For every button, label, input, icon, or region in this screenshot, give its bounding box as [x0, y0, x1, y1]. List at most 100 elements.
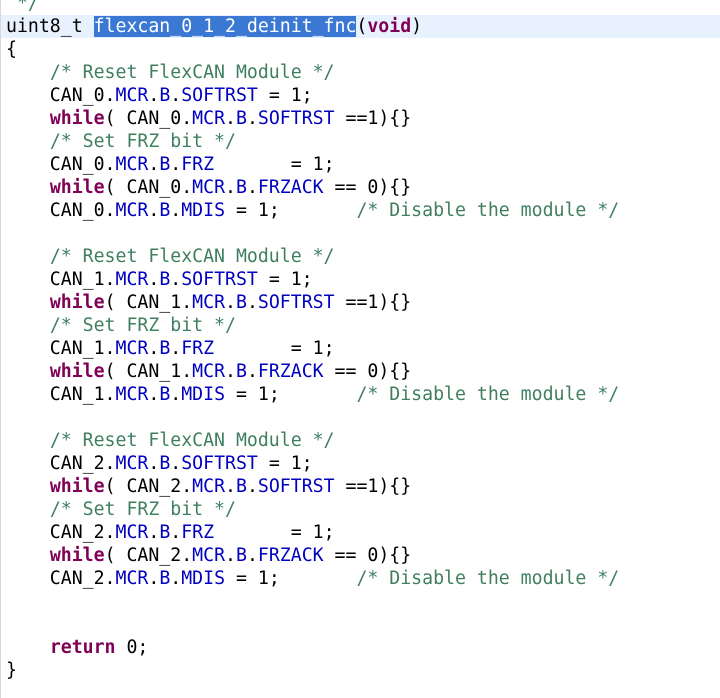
code-text: . — [148, 154, 160, 175]
code-line[interactable]: CAN_2.MCR.B.MDIS = 1; /* Disable the mod… — [6, 567, 720, 590]
code-line[interactable]: return 0; — [6, 636, 720, 659]
code-line[interactable]: while( CAN_2.MCR.B.FRZACK == 0){} — [6, 544, 720, 567]
code-text: ( CAN_1. — [104, 292, 193, 313]
field-name: B — [159, 269, 171, 290]
code-line[interactable] — [6, 613, 720, 636]
field-name: MDIS — [181, 568, 226, 589]
code-text: . — [148, 568, 160, 589]
keyword: void — [367, 16, 412, 37]
field-name: MDIS — [181, 200, 226, 221]
field-name: SOFTRST — [181, 85, 258, 106]
field-name: B — [159, 85, 171, 106]
code-line[interactable]: CAN_2.MCR.B.SOFTRST = 1; — [6, 452, 720, 475]
code-text: CAN_1. — [6, 269, 116, 290]
code-line[interactable]: while( CAN_1.MCR.B.FRZACK == 0){} — [6, 360, 720, 383]
code-text: ( CAN_1. — [104, 361, 193, 382]
code-line[interactable]: { — [6, 38, 720, 61]
code-line[interactable]: CAN_1.MCR.B.FRZ = 1; — [6, 337, 720, 360]
code-line[interactable]: /* Reset FlexCAN Module */ — [6, 429, 720, 452]
code-line[interactable] — [6, 222, 720, 245]
code-line[interactable]: while( CAN_0.MCR.B.SOFTRST ==1){} — [6, 107, 720, 130]
code-text: . — [170, 269, 182, 290]
comment: /* Set FRZ bit */ — [49, 131, 236, 152]
code-line[interactable]: /* Set FRZ bit */ — [6, 314, 720, 337]
field-name: FRZACK — [257, 545, 324, 566]
code-line[interactable]: while( CAN_2.MCR.B.SOFTRST ==1){} — [6, 475, 720, 498]
field-name: MCR — [192, 292, 226, 313]
code-line[interactable]: /* Reset FlexCAN Module */ — [6, 245, 720, 268]
code-line[interactable]: while( CAN_1.MCR.B.SOFTRST ==1){} — [6, 291, 720, 314]
code-text: CAN_0. — [6, 85, 116, 106]
field-name: B — [235, 476, 247, 497]
code-line[interactable] — [6, 406, 720, 429]
code-line-current[interactable]: uint8_t flexcan_0_1_2_deinit_fnc(void) — [1, 15, 720, 38]
comment: /* Set FRZ bit */ — [49, 315, 236, 336]
code-line[interactable]: CAN_0.MCR.B.SOFTRST = 1; — [6, 84, 720, 107]
code-line[interactable]: CAN_1.MCR.B.SOFTRST = 1; — [6, 268, 720, 291]
field-name: MCR — [115, 85, 149, 106]
code-line[interactable]: CAN_0.MCR.B.FRZ = 1; — [6, 153, 720, 176]
comment: */ — [6, 0, 39, 14]
code-text: ( CAN_0. — [104, 177, 193, 198]
code-line[interactable] — [6, 590, 720, 613]
code-line[interactable]: while( CAN_0.MCR.B.FRZACK == 0){} — [6, 176, 720, 199]
field-name: MCR — [115, 453, 149, 474]
code-text: == 0){} — [323, 177, 412, 198]
code-line[interactable]: /* Set FRZ bit */ — [6, 130, 720, 153]
code-line[interactable]: CAN_2.MCR.B.FRZ = 1; — [6, 521, 720, 544]
field-name: FRZ — [181, 338, 215, 359]
field-name: B — [159, 522, 171, 543]
field-name: B — [159, 453, 171, 474]
field-name: SOFTRST — [257, 476, 335, 497]
field-name: MCR — [115, 384, 149, 405]
code-line[interactable]: CAN_0.MCR.B.MDIS = 1; /* Disable the mod… — [6, 199, 720, 222]
code-text: . — [170, 154, 182, 175]
field-name: MCR — [115, 269, 149, 290]
field-name: B — [159, 200, 171, 221]
code-line[interactable]: } — [6, 659, 720, 682]
code-text: . — [225, 108, 236, 129]
code-text: . — [148, 522, 160, 543]
code-text: . — [170, 453, 182, 474]
comment: /* Reset FlexCAN Module */ — [49, 430, 335, 451]
code-text: ) — [411, 16, 423, 37]
code-line[interactable]: /* Reset FlexCAN Module */ — [6, 61, 720, 84]
code-text: = 1; — [257, 453, 313, 474]
field-name: MCR — [115, 154, 149, 175]
field-name: B — [159, 338, 171, 359]
code-text: CAN_2. — [6, 568, 116, 589]
field-name: MDIS — [181, 384, 226, 405]
field-name: FRZACK — [257, 177, 324, 198]
code-lines[interactable]: */uint8_t flexcan_0_1_2_deinit_fnc(void)… — [1, 0, 720, 682]
code-editor[interactable]: */uint8_t flexcan_0_1_2_deinit_fnc(void)… — [0, 0, 720, 698]
code-line[interactable]: /* Set FRZ bit */ — [6, 498, 720, 521]
code-text: } — [6, 660, 17, 681]
field-name: MCR — [192, 361, 226, 382]
field-name: MCR — [115, 338, 149, 359]
field-name: B — [235, 177, 247, 198]
code-text: . — [170, 85, 182, 106]
code-text: ( CAN_2. — [104, 545, 193, 566]
field-name: MCR — [192, 476, 226, 497]
code-text: ==1){} — [334, 108, 412, 129]
keyword: while — [49, 476, 105, 497]
code-line[interactable]: */ — [6, 0, 720, 15]
code-line[interactable]: CAN_1.MCR.B.MDIS = 1; /* Disable the mod… — [6, 383, 720, 406]
code-text: . — [246, 177, 258, 198]
code-text: ==1){} — [334, 476, 412, 497]
field-name: B — [159, 384, 171, 405]
code-text: . — [170, 200, 182, 221]
code-text: . — [170, 568, 182, 589]
code-text: . — [170, 338, 182, 359]
code-text: { — [6, 39, 17, 60]
code-text: = 1; — [214, 154, 335, 175]
